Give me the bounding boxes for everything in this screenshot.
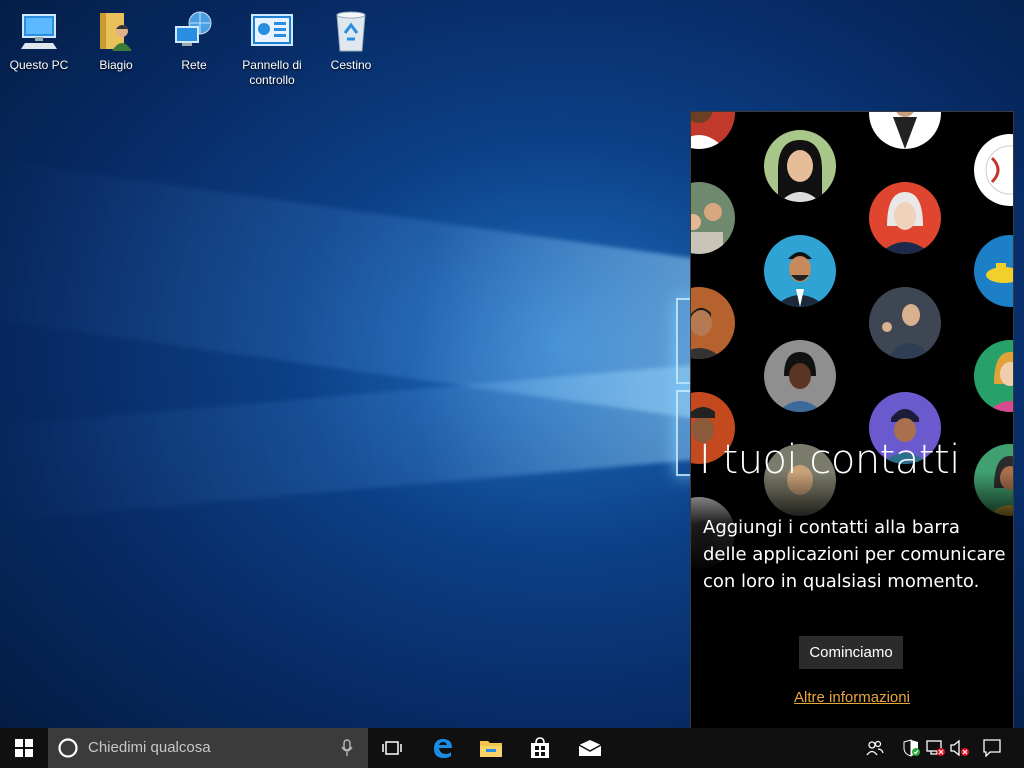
desktop-icon-label: Rete bbox=[181, 58, 207, 72]
contact-avatar bbox=[691, 287, 735, 359]
network-icon bbox=[171, 8, 217, 54]
mail-button[interactable] bbox=[566, 728, 614, 768]
recycle-bin-icon bbox=[328, 8, 374, 54]
user-folder-icon bbox=[93, 8, 139, 54]
contact-avatar bbox=[764, 130, 836, 202]
computer-icon bbox=[16, 8, 62, 54]
windows-logo-icon bbox=[15, 739, 33, 757]
panel-title: I tuoi contatti bbox=[699, 437, 960, 483]
contact-avatar bbox=[974, 340, 1013, 412]
mail-icon bbox=[578, 740, 602, 756]
store-icon bbox=[531, 737, 549, 758]
edge-icon bbox=[434, 739, 452, 758]
people-icon bbox=[866, 740, 884, 756]
desktop-icon-pannello-di-controllo[interactable]: Pannello di controllo bbox=[237, 8, 307, 88]
taskbar: Chiedimi qualcosa bbox=[0, 728, 1024, 768]
volume-tray-button[interactable] bbox=[946, 728, 974, 768]
microphone-icon[interactable] bbox=[341, 739, 353, 757]
defender-icon bbox=[903, 739, 920, 757]
edge-button[interactable] bbox=[419, 728, 467, 768]
file-explorer-button[interactable] bbox=[467, 728, 515, 768]
wallpaper-light-beam bbox=[0, 364, 700, 521]
action-center-icon bbox=[983, 739, 1001, 757]
desktop-icon-cestino[interactable]: Cestino bbox=[316, 8, 386, 73]
contact-avatar bbox=[869, 182, 941, 254]
start-button[interactable] bbox=[0, 728, 48, 768]
contact-avatar bbox=[869, 287, 941, 359]
contact-avatar bbox=[869, 112, 941, 149]
control-panel-icon bbox=[249, 8, 295, 54]
desktop-icon-label: Questo PC bbox=[9, 58, 69, 72]
desktop-icon-rete[interactable]: Rete bbox=[159, 8, 229, 73]
store-button[interactable] bbox=[516, 728, 564, 768]
contact-avatar bbox=[691, 112, 735, 149]
desktop-icon-label: Biagio bbox=[99, 58, 133, 72]
contact-avatar bbox=[691, 182, 735, 254]
contact-avatar bbox=[764, 340, 836, 412]
contact-avatar bbox=[974, 134, 1013, 206]
people-panel: I tuoi contatti Aggiungi i contatti alla… bbox=[690, 111, 1014, 730]
volume-muted-icon bbox=[950, 739, 969, 757]
panel-description: Aggiungi i contatti alla barra delle app… bbox=[703, 517, 1006, 592]
get-started-button[interactable]: Cominciamo bbox=[799, 636, 903, 669]
contact-avatar bbox=[764, 235, 836, 307]
desktop-icon-label: Cestino bbox=[330, 58, 372, 72]
task-view-button[interactable] bbox=[368, 728, 416, 768]
task-view-icon bbox=[382, 741, 402, 755]
action-center-button[interactable] bbox=[978, 728, 1006, 768]
cortana-icon bbox=[58, 738, 78, 758]
desktop-icon-label: Pannello di controllo bbox=[242, 58, 302, 87]
file-explorer-icon bbox=[480, 741, 502, 757]
desktop-icon-questo-pc[interactable]: Questo PC bbox=[4, 8, 74, 73]
search-placeholder: Chiedimi qualcosa bbox=[88, 739, 211, 756]
contact-avatar bbox=[974, 235, 1013, 307]
people-button[interactable] bbox=[861, 728, 889, 768]
search-box[interactable]: Chiedimi qualcosa bbox=[48, 728, 368, 768]
network-disconnected-icon bbox=[926, 740, 945, 756]
more-info-link[interactable]: Altre informazioni bbox=[691, 689, 1013, 706]
desktop-icon-biagio[interactable]: Biagio bbox=[81, 8, 151, 73]
